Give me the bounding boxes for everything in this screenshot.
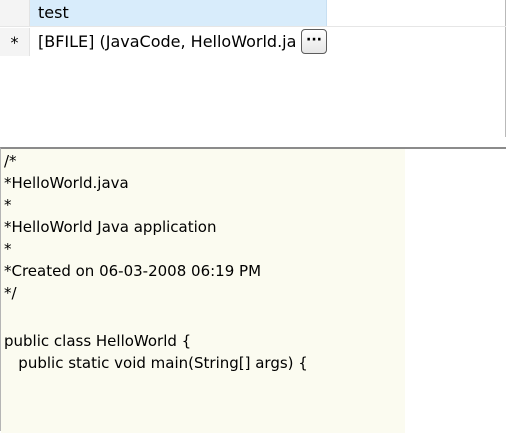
code-area[interactable]: /* *HelloWorld.java * *HelloWorld Java a…: [1, 149, 405, 433]
code-line: /*: [4, 152, 17, 170]
bfile-cell[interactable]: [BFILE] (JavaCode, HelloWorld.java) ···: [30, 28, 327, 56]
code-line: *: [4, 196, 12, 214]
code-editor[interactable]: /* *HelloWorld.java * *HelloWorld Java a…: [0, 147, 506, 433]
table-row[interactable]: * [BFILE] (JavaCode, HelloWorld.java) ··…: [0, 28, 506, 56]
ellipsis-button[interactable]: ···: [301, 29, 327, 54]
column-header-test[interactable]: test: [30, 0, 327, 26]
grid-header-row: test: [0, 0, 506, 27]
row-indicator[interactable]: *: [0, 28, 30, 56]
code-line: */: [4, 284, 17, 302]
header-row-indicator: [0, 0, 30, 26]
code-line: *HelloWorld.java: [4, 174, 129, 192]
code-line: public class HelloWorld {: [4, 332, 192, 350]
code-line: public static void main(String[] args) {: [4, 354, 308, 372]
result-grid: test * [BFILE] (JavaCode, HelloWorld.jav…: [0, 0, 506, 137]
code-line: *: [4, 240, 12, 258]
code-line: *HelloWorld Java application: [4, 218, 217, 236]
ellipsis-icon: ···: [306, 32, 322, 48]
code-line: *Created on 06-03-2008 06:19 PM: [4, 262, 262, 280]
panel-splitter-gap: [0, 137, 506, 147]
bfile-cell-value: [BFILE] (JavaCode, HelloWorld.java): [38, 32, 296, 51]
